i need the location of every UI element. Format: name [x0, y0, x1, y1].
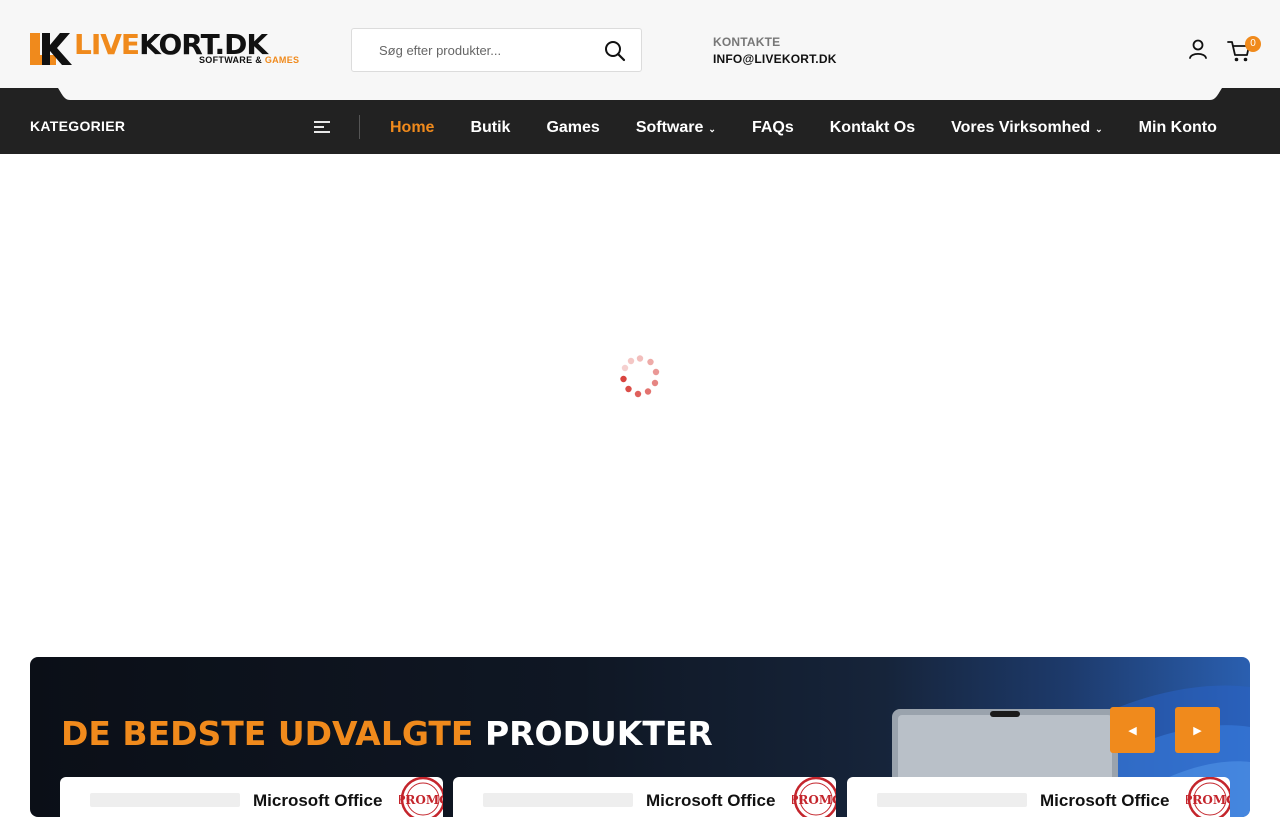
promo-badge-text: PROMO [399, 793, 443, 807]
menu-icon[interactable] [313, 119, 331, 135]
navbar-curve-decoration [0, 88, 1280, 100]
banner-title-b: PRODUKTER [484, 714, 713, 753]
product-title: Microsoft Office [253, 791, 383, 810]
caret-right-icon: ▶ [1193, 724, 1202, 737]
nav-item-games[interactable]: Games [546, 117, 599, 139]
nav-item-butik[interactable]: Butik [470, 117, 510, 139]
loading-spinner-icon [620, 355, 660, 398]
product-image [483, 793, 633, 807]
nav-label: Home [390, 119, 435, 136]
site-logo[interactable]: LIVEKORT.DK SOFTWARE & GAMES [30, 30, 322, 67]
product-title: Microsoft Office [1040, 791, 1170, 810]
nav-label: Vores Virksomhed [951, 119, 1091, 136]
categories-label[interactable]: KATEGORIER [30, 118, 125, 134]
contact-email-link[interactable]: INFO@LIVEKORT.DK [713, 52, 837, 66]
nav-label: Min Konto [1138, 119, 1217, 136]
promo-badge-text: PROMO [1186, 793, 1230, 807]
search-input[interactable] [372, 29, 602, 71]
logo-part-live: LIVE [74, 28, 140, 61]
product-card[interactable]: Microsoft Office PROMO [60, 777, 443, 817]
featured-products-banner: DE BEDSTE UDVALGTE PRODUKTER ◀ ▶ Microso… [30, 657, 1250, 817]
search-icon[interactable] [603, 39, 627, 63]
nav-item-software[interactable]: Software ⌄ [636, 117, 716, 139]
nav-label: Kontakt Os [829, 119, 916, 136]
carousel-prev-button[interactable]: ◀ [1110, 707, 1155, 753]
logo-tagline: SOFTWARE & GAMES [199, 55, 299, 65]
contact-label: KONTAKTE [713, 35, 781, 49]
banner-title: DE BEDSTE UDVALGTE PRODUKTER [61, 714, 713, 753]
user-icon[interactable] [1186, 37, 1210, 61]
product-carousel: Microsoft Office PROMO Microsoft Office … [60, 777, 1230, 817]
product-title: Microsoft Office [646, 791, 776, 810]
banner-title-a: DE BEDSTE UDVALGTE [61, 714, 485, 753]
nav-item-vores-virksomhed[interactable]: Vores Virksomhed ⌄ [951, 117, 1103, 139]
chevron-down-icon: ⌄ [1095, 123, 1103, 134]
contact-block: KONTAKTE INFO@LIVEKORT.DK [713, 35, 837, 66]
carousel-next-button[interactable]: ▶ [1175, 707, 1220, 753]
product-image [90, 793, 240, 807]
nav-item-faqs[interactable]: FAQs [752, 117, 794, 139]
nav-label: FAQs [751, 119, 794, 136]
promo-badge-text: PROMO [792, 793, 836, 807]
chevron-down-icon: ⌄ [708, 123, 716, 134]
promo-badge-icon: PROMO [792, 777, 836, 817]
search-box [351, 28, 642, 72]
nav-item-min-konto[interactable]: Min Konto [1139, 117, 1217, 139]
nav-divider [359, 115, 360, 139]
nav-item-home[interactable]: Home [390, 117, 434, 139]
promo-badge-icon: PROMO [399, 777, 443, 817]
primary-nav: Home Butik Games Software ⌄ FAQs Kontakt … [390, 117, 1217, 139]
logo-tagline-a: SOFTWARE & [199, 55, 265, 65]
cart-count-badge: 0 [1245, 36, 1261, 52]
product-card[interactable]: Microsoft Office PROMO [847, 777, 1230, 817]
logo-tagline-b: GAMES [264, 55, 300, 65]
nav-item-kontakt-os[interactable]: Kontakt Os [830, 117, 915, 139]
nav-label: Butik [470, 119, 511, 136]
product-image [877, 793, 1027, 807]
promo-badge-icon: PROMO [1186, 777, 1230, 817]
logo-mark-icon [30, 33, 72, 65]
nav-label: Games [546, 119, 600, 136]
caret-left-icon: ◀ [1128, 724, 1137, 737]
nav-label: Software [635, 119, 704, 136]
product-card[interactable]: Microsoft Office PROMO [453, 777, 836, 817]
